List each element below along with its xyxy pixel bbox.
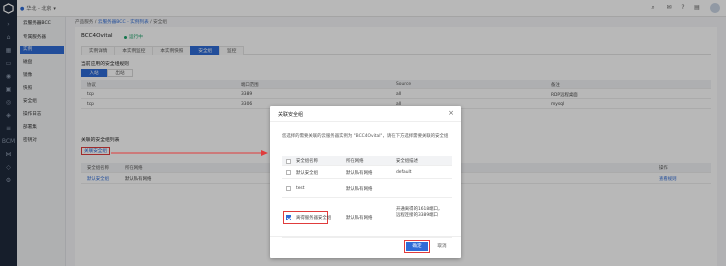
table-header: 安全组名称 所在网络 安全组描述 bbox=[282, 156, 452, 166]
divider bbox=[270, 121, 461, 122]
divider bbox=[270, 236, 461, 237]
table-row-selected[interactable]: 离得服务器安全组 默认私有网络 开通离得的1618端口，远程连接的3389端口 bbox=[282, 198, 452, 238]
cell-network: 默认私有网络 bbox=[346, 171, 373, 176]
row-checkbox[interactable] bbox=[286, 170, 291, 175]
bind-security-group-dialog: 关联安全组 × 您选择的需要关联的云服务器实例为 "BCC4Ovital"，请在… bbox=[270, 106, 461, 258]
cell-network: 默认私有网络 bbox=[346, 216, 373, 221]
row-checkbox[interactable] bbox=[286, 186, 291, 191]
col-group-name: 安全组名称 bbox=[296, 159, 318, 164]
cell-group-name: 离得服务器安全组 bbox=[296, 216, 332, 221]
dialog-description: 您选择的需要关联的云服务器实例为 "BCC4Ovital"，请在下方选择需要关联… bbox=[282, 134, 449, 139]
cell-network: 默认私有网络 bbox=[346, 187, 373, 192]
cell-description: default bbox=[396, 170, 412, 175]
select-all-checkbox[interactable] bbox=[286, 158, 291, 164]
row-checkbox-checked[interactable] bbox=[286, 215, 291, 220]
cancel-button[interactable]: 取消 bbox=[431, 242, 453, 251]
confirm-button[interactable]: 确定 bbox=[404, 240, 430, 253]
cell-description: 开通离得的1618端口，远程连接的3389端口 bbox=[396, 207, 443, 218]
cell-group-name: 默认安全组 bbox=[296, 171, 318, 176]
col-network: 所在网络 bbox=[346, 159, 364, 164]
dialog-title: 关联安全组 bbox=[278, 112, 304, 118]
cell-group-name: test bbox=[296, 186, 305, 191]
table-row[interactable]: 默认安全组 默认私有网络 default bbox=[282, 166, 452, 179]
table-row[interactable]: test 默认私有网络 bbox=[282, 179, 452, 198]
col-description: 安全组描述 bbox=[396, 159, 418, 164]
close-icon[interactable]: × bbox=[447, 109, 455, 117]
